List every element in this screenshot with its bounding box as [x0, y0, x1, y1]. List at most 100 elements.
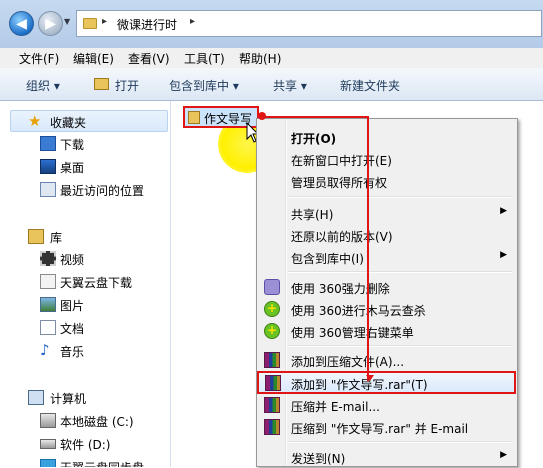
menu-item-label: 打开(O)	[291, 132, 337, 146]
nav-label: 收藏夹	[50, 116, 87, 130]
shredder-icon	[264, 279, 280, 295]
360-plus-icon: +	[264, 301, 280, 317]
nav-label: 天翼云盘同步盘	[60, 459, 144, 467]
drive-icon	[40, 439, 56, 449]
menu-item-360-shred[interactable]: 使用 360强力删除	[259, 276, 515, 298]
menu-item-label: 添加到压缩文件(A)...	[291, 355, 405, 369]
organize-button[interactable]: 组织 ▾	[26, 77, 60, 94]
nav-label: 音乐	[60, 345, 85, 359]
winrar-icon	[264, 419, 280, 435]
menu-separator	[288, 345, 512, 347]
document-icon	[40, 274, 56, 289]
desktop-icon	[40, 159, 56, 174]
downloads-icon	[40, 136, 56, 151]
submenu-arrow-icon: ▶	[500, 206, 507, 216]
nav-item-libraries[interactable]: 库	[0, 226, 170, 248]
menu-file[interactable]: 文件(F)	[19, 50, 59, 67]
menu-item-label: 使用 360强力删除	[291, 282, 390, 296]
back-button[interactable]: ◀	[9, 11, 34, 36]
menu-item-add-to-rar[interactable]: 添加到 "作文导写.rar"(T)	[257, 371, 516, 394]
menu-item-include-library[interactable]: 包含到库中(I) ▶	[259, 246, 515, 268]
menu-separator	[288, 271, 512, 273]
menu-item-label: 共享(H)	[291, 208, 334, 222]
computer-icon	[28, 390, 44, 405]
new-folder-button[interactable]: 新建文件夹	[340, 77, 400, 94]
nav-item-tianyi-sync[interactable]: 天翼云盘同步盘	[0, 456, 170, 467]
nav-label: 天翼云盘下载	[60, 276, 133, 290]
open-button[interactable]: 打开	[115, 77, 139, 94]
nav-label: 软件 (D:)	[60, 438, 111, 452]
nav-item-local-disk-c[interactable]: 本地磁盘 (C:)	[0, 410, 170, 432]
share-button[interactable]: 共享 ▾	[273, 77, 307, 94]
nav-item-computer[interactable]: 计算机	[0, 387, 170, 409]
menu-item-send-to[interactable]: 发送到(N) ▶	[259, 446, 515, 468]
context-menu: 打开(O) 在新窗口中打开(E) 管理员取得所有权 共享(H) ▶ 还原以前的版…	[256, 118, 518, 467]
nav-item-downloads[interactable]: 下载	[0, 133, 170, 155]
menu-item-restore-versions[interactable]: 还原以前的版本(V)	[259, 224, 515, 246]
forward-button[interactable]: ▶	[38, 11, 63, 36]
nav-label: 文档	[60, 322, 85, 336]
menu-item-share[interactable]: 共享(H) ▶	[259, 202, 515, 224]
menu-edit[interactable]: 编辑(E)	[73, 50, 114, 67]
star-icon: ★	[28, 112, 42, 130]
nav-label: 视频	[60, 253, 85, 267]
menu-item-label: 还原以前的版本(V)	[291, 230, 393, 244]
nav-label: 计算机	[50, 392, 87, 406]
nav-item-music[interactable]: ♪ 音乐	[0, 340, 170, 362]
video-icon	[40, 251, 56, 266]
menu-view[interactable]: 查看(V)	[128, 50, 170, 67]
nav-label: 最近访问的位置	[60, 184, 145, 198]
menu-item-add-archive[interactable]: 添加到压缩文件(A)...	[259, 349, 515, 371]
guide-line-top	[259, 116, 369, 118]
nav-item-software-d[interactable]: 软件 (D:)	[0, 433, 170, 455]
360-plus-icon: +	[264, 323, 280, 339]
nav-item-videos[interactable]: 视频	[0, 248, 170, 270]
nav-item-tianyi-download[interactable]: 天翼云盘下载	[0, 271, 170, 293]
folder-name: 作文导写	[204, 112, 253, 126]
include-in-library-button[interactable]: 包含到库中 ▾	[169, 77, 239, 94]
menu-item-label: 添加到 "作文导写.rar"(T)	[291, 378, 428, 392]
folder-icon	[83, 18, 97, 29]
drive-icon	[40, 413, 56, 428]
menu-item-360-trojan-scan[interactable]: + 使用 360进行木马云查杀	[259, 298, 515, 320]
menu-item-label: 使用 360管理右键菜单	[291, 326, 414, 340]
breadcrumb-current-folder[interactable]: 微课进行时	[117, 16, 177, 33]
menu-item-360-manage-menu[interactable]: + 使用 360管理右键菜单	[259, 320, 515, 342]
nav-label: 图片	[60, 299, 85, 313]
menu-item-label: 管理员取得所有权	[291, 176, 388, 190]
menu-item-open[interactable]: 打开(O)	[259, 126, 515, 148]
winrar-icon	[264, 352, 280, 368]
menu-item-label: 压缩并 E-mail...	[291, 400, 380, 414]
nav-label: 下载	[60, 138, 85, 152]
menu-tools[interactable]: 工具(T)	[184, 50, 225, 67]
guide-line-dot	[258, 112, 266, 120]
music-note-icon: ♪	[40, 341, 50, 359]
breadcrumb-arrow-icon[interactable]: ▸	[190, 16, 195, 27]
menu-help[interactable]: 帮助(H)	[239, 50, 281, 67]
command-toolbar	[0, 68, 543, 101]
address-bar[interactable]: ▸ 微课进行时 ▸	[76, 10, 542, 37]
recent-pages-dropdown-icon[interactable]: ▼	[64, 17, 70, 26]
nav-item-documents[interactable]: 文档	[0, 317, 170, 339]
nav-label: 桌面	[60, 161, 85, 175]
menu-item-take-ownership[interactable]: 管理员取得所有权	[259, 170, 515, 192]
menu-item-open-new-window[interactable]: 在新窗口中打开(E)	[259, 148, 515, 170]
library-icon	[28, 229, 44, 244]
submenu-arrow-icon: ▶	[500, 450, 507, 460]
breadcrumb-arrow-icon[interactable]: ▸	[102, 16, 107, 27]
nav-item-pictures[interactable]: 图片	[0, 294, 170, 316]
menu-item-label: 在新窗口中打开(E)	[291, 154, 392, 168]
documents-icon	[40, 320, 56, 335]
nav-label: 本地磁盘 (C:)	[60, 415, 134, 429]
winrar-icon	[264, 397, 280, 413]
nav-item-recent[interactable]: 最近访问的位置	[0, 179, 170, 201]
menu-item-label: 发送到(N)	[291, 452, 346, 466]
menu-item-compress-rar-email[interactable]: 压缩到 "作文导写.rar" 并 E-mail	[259, 416, 515, 438]
nav-item-favorites[interactable]: ★ 收藏夹	[0, 111, 170, 133]
submenu-arrow-icon: ▶	[500, 250, 507, 260]
cloud-drive-icon	[40, 459, 56, 467]
guide-arrow-icon	[366, 375, 374, 381]
recent-places-icon	[40, 182, 56, 197]
nav-item-desktop[interactable]: 桌面	[0, 156, 170, 178]
menu-item-compress-email[interactable]: 压缩并 E-mail...	[259, 394, 515, 416]
